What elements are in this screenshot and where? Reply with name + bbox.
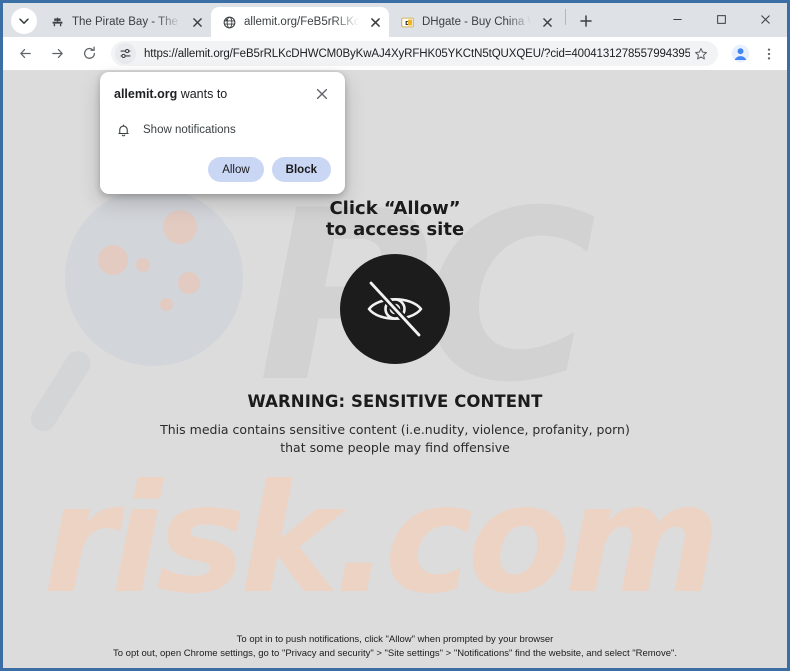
tab-close-button[interactable] bbox=[189, 14, 205, 30]
address-bar[interactable]: https://allemit.org/FeB5rRLKcDHWCM0ByKwA… bbox=[111, 41, 718, 66]
url-text: https://allemit.org/FeB5rRLKcDHWCM0ByKwA… bbox=[144, 47, 690, 60]
back-button[interactable] bbox=[12, 41, 38, 67]
profile-button[interactable] bbox=[727, 41, 753, 67]
dhgate-icon: D bbox=[399, 14, 415, 30]
notification-permission-dialog: allemit.org wants to Show notifications bbox=[100, 72, 345, 194]
permission-title: allemit.org wants to bbox=[114, 86, 227, 101]
chrome-menu-button[interactable] bbox=[757, 41, 781, 67]
close-icon bbox=[192, 17, 202, 27]
tab-title: The Pirate Bay - The galaxy's m bbox=[72, 16, 181, 28]
footer-line-opt-out: To opt out, open Chrome settings, go to … bbox=[112, 648, 677, 660]
permission-title-suffix: wants to bbox=[177, 87, 228, 101]
plus-icon bbox=[580, 15, 592, 27]
warning-description-line1: This media contains sensitive content (i… bbox=[160, 422, 630, 438]
permission-option-row: Show notifications bbox=[114, 121, 331, 139]
eye-off-icon bbox=[367, 279, 423, 339]
window-maximize-button[interactable] bbox=[699, 3, 743, 35]
tab-pirate-bay[interactable]: The Pirate Bay - The galaxy's m bbox=[39, 7, 211, 37]
warning-title: WARNING: SENSITIVE CONTENT bbox=[247, 392, 543, 412]
tab-title: allemit.org/FeB5rRLKcDHWCM bbox=[244, 16, 359, 28]
browser-toolbar: https://allemit.org/FeB5rRLKcDHWCM0ByKwA… bbox=[3, 37, 787, 70]
reload-button[interactable] bbox=[76, 41, 102, 67]
tab-close-button[interactable] bbox=[539, 14, 555, 30]
three-dot-menu-icon bbox=[767, 47, 771, 60]
tab-allemit[interactable]: allemit.org/FeB5rRLKcDHWCM bbox=[211, 7, 389, 37]
permission-origin: allemit.org bbox=[114, 87, 178, 101]
footer-line-opt-in: To opt in to push notifications, click "… bbox=[236, 633, 554, 645]
eye-off-badge bbox=[340, 254, 450, 365]
permission-option-label: Show notifications bbox=[143, 124, 236, 136]
promo-content: Click “Allow” to access site WARNING: SE… bbox=[3, 198, 787, 457]
tab-title: DHgate - Buy China Wholesale bbox=[422, 16, 531, 28]
reload-icon bbox=[83, 46, 95, 59]
warning-description-line2: that some people may find offensive bbox=[280, 440, 510, 456]
new-tab-button[interactable] bbox=[572, 7, 600, 35]
maximize-icon bbox=[716, 14, 726, 24]
browser-window: The Pirate Bay - The galaxy's m bbox=[0, 0, 790, 671]
tab-strip: The Pirate Bay - The galaxy's m bbox=[3, 3, 787, 37]
permission-header: allemit.org wants to bbox=[114, 86, 331, 103]
bell-icon bbox=[114, 121, 132, 139]
arrow-left-icon bbox=[19, 48, 31, 59]
close-icon bbox=[542, 17, 552, 27]
bookmark-button[interactable] bbox=[690, 43, 712, 65]
globe-icon bbox=[221, 14, 237, 30]
tune-settings-icon[interactable] bbox=[115, 43, 136, 64]
close-icon bbox=[760, 14, 770, 24]
permission-close-button[interactable] bbox=[313, 85, 331, 103]
close-icon bbox=[316, 88, 328, 100]
promo-headline-line1: Click “Allow” bbox=[329, 198, 461, 219]
forward-button[interactable] bbox=[44, 41, 70, 67]
allow-button[interactable]: Allow bbox=[208, 157, 264, 182]
page-footer: To opt in to push notifications, click "… bbox=[3, 633, 787, 662]
tab-search-button[interactable] bbox=[11, 8, 37, 34]
watermark-risk-text: risk.com bbox=[43, 453, 721, 627]
arrow-right-icon bbox=[51, 48, 63, 59]
block-button[interactable]: Block bbox=[271, 157, 331, 182]
tab-separator bbox=[565, 9, 566, 25]
permission-actions: Allow Block bbox=[114, 157, 331, 182]
warning-description: This media contains sensitive content (i… bbox=[3, 421, 787, 457]
tab-dhgate[interactable]: D DHgate - Buy China Wholesale bbox=[389, 7, 561, 37]
pirate-ship-icon bbox=[49, 14, 65, 30]
star-icon bbox=[695, 47, 707, 59]
promo-headline: Click “Allow” to access site bbox=[3, 198, 787, 240]
close-icon bbox=[370, 17, 380, 27]
promo-headline-line2: to access site bbox=[325, 219, 465, 241]
window-minimize-button[interactable] bbox=[655, 3, 699, 35]
window-controls bbox=[655, 3, 787, 35]
window-close-button[interactable] bbox=[743, 3, 787, 35]
avatar-icon bbox=[731, 44, 749, 63]
minimize-icon bbox=[672, 18, 682, 20]
chevron-down-icon bbox=[19, 18, 29, 24]
tab-close-button[interactable] bbox=[367, 14, 383, 30]
browser-chrome: The Pirate Bay - The galaxy's m bbox=[3, 3, 787, 70]
